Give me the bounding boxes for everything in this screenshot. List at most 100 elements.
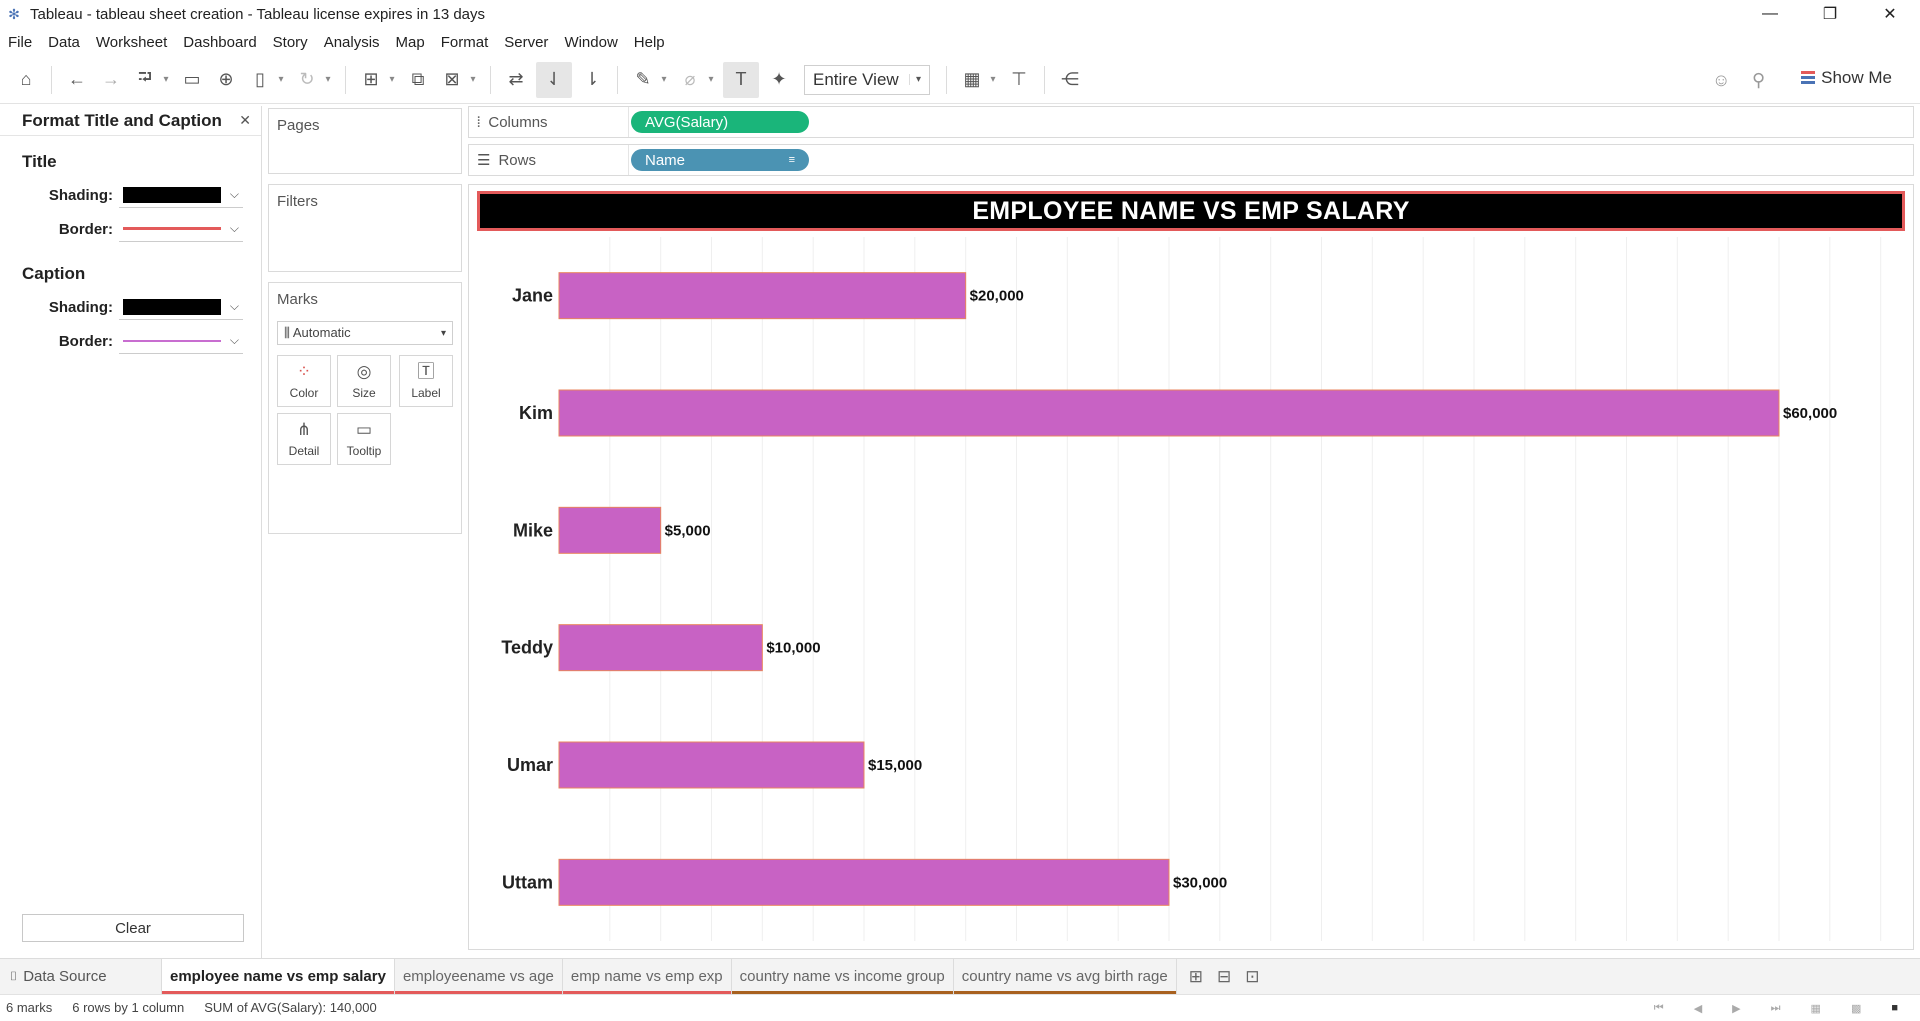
new-data-source-icon[interactable]: ⊕ [212, 62, 240, 98]
rows-shelf[interactable]: ☰ Rows Name ≡ [468, 144, 1914, 176]
rows-shelf-label: ☰ Rows [469, 145, 629, 175]
save-icon[interactable]: ▭ [178, 62, 206, 98]
group-members-icon[interactable]: ⌀ [676, 62, 704, 98]
menu-window[interactable]: Window [564, 34, 617, 51]
share-icon[interactable]: ⋲ [1056, 62, 1084, 98]
clear-sheet-icon[interactable]: ⊠ [438, 62, 466, 98]
show-filmstrip-icon[interactable]: ▦ [1811, 1002, 1821, 1015]
next-sheet-icon[interactable]: ▶ [1732, 1002, 1740, 1015]
menu-analysis[interactable]: Analysis [324, 34, 380, 51]
sheet-tab-2[interactable]: emp name vs emp exp [562, 959, 732, 994]
title-border-swatch [123, 227, 221, 230]
replay-dropdown-icon[interactable]: ▾ [160, 62, 172, 98]
refresh-dropdown-icon[interactable]: ▾ [322, 62, 334, 98]
clear-button[interactable]: Clear [22, 914, 244, 942]
size-button[interactable]: ◎ Size [337, 355, 391, 407]
pause-updates-icon[interactable]: ▯ [246, 62, 274, 98]
status-bar: 6 marks 6 rows by 1 column SUM of AVG(Sa… [0, 994, 1920, 1020]
group-dropdown-icon[interactable]: ▾ [705, 62, 717, 98]
status-dimensions: 6 rows by 1 column [72, 1000, 185, 1015]
menu-dashboard[interactable]: Dashboard [183, 34, 256, 51]
sheet-tab-3[interactable]: country name vs income group [731, 959, 954, 994]
first-sheet-icon[interactable]: ⏮ [1654, 1002, 1664, 1015]
show-me-button[interactable]: Show Me [1801, 68, 1892, 88]
new-worksheet-tab-icon[interactable]: ⊞ [1189, 967, 1203, 987]
new-story-tab-icon[interactable]: ⊡ [1245, 967, 1259, 987]
name-pill[interactable]: Name ≡ [631, 149, 809, 171]
new-worksheet-dropdown-icon[interactable]: ▾ [386, 62, 398, 98]
redo-icon[interactable]: → [97, 62, 125, 98]
title-border-dropdown[interactable]: ⌵ [119, 216, 243, 242]
menu-worksheet[interactable]: Worksheet [96, 34, 167, 51]
highlight-icon[interactable]: ✎ [629, 62, 657, 98]
menu-map[interactable]: Map [396, 34, 425, 51]
show-sheet-sorter-icon[interactable]: ▩ [1851, 1002, 1861, 1015]
pin-axis-icon[interactable]: ✦ [765, 62, 793, 98]
show-mark-labels-icon[interactable]: T [723, 61, 759, 98]
restore-button[interactable]: ❐ [1800, 0, 1860, 28]
data-source-tab[interactable]: ⌷ Data Source [0, 959, 162, 994]
format-pane-header: Format Title and Caption ✕ [0, 106, 261, 136]
mark-type-dropdown[interactable]: ⫼ Automatic ▾ [277, 321, 453, 345]
bar-jane [558, 272, 967, 320]
replay-icon[interactable]: ⮒ [131, 62, 159, 98]
minimize-button[interactable]: — [1740, 0, 1800, 28]
avg-salary-pill[interactable]: AVG(Salary) [631, 111, 809, 133]
menu-help[interactable]: Help [634, 34, 665, 51]
sheet-tab-0[interactable]: employee name vs emp salary [162, 959, 395, 994]
show-cards-dropdown-icon[interactable]: ▾ [987, 62, 999, 98]
tooltip-icon: ▭ [355, 420, 373, 439]
home-icon[interactable]: ⌂ [12, 62, 40, 98]
database-icon: ⌷ [10, 969, 18, 983]
caption-shading-dropdown[interactable]: ⌵ [119, 294, 243, 320]
menu-data[interactable]: Data [48, 34, 80, 51]
close-window-button[interactable]: ✕ [1860, 0, 1920, 28]
ask-data-icon[interactable]: ☺ [1712, 62, 1730, 98]
undo-icon[interactable]: ← [63, 62, 91, 98]
fit-dropdown[interactable]: Entire View ▾ [804, 64, 930, 95]
new-worksheet-icon[interactable]: ⊞ [357, 62, 385, 98]
prev-sheet-icon[interactable]: ◀ [1694, 1002, 1702, 1015]
show-tabs-icon[interactable]: ■ [1891, 1002, 1898, 1014]
filters-card[interactable]: Filters [268, 184, 462, 272]
menu-server[interactable]: Server [504, 34, 548, 51]
swap-rows-columns-icon[interactable]: ⇄ [502, 62, 530, 98]
name-pill-label: Name [645, 151, 686, 169]
format-painter-icon[interactable]: ⚲ [1752, 62, 1765, 98]
caption-border-dropdown[interactable]: ⌵ [119, 328, 243, 354]
sort-ascending-icon[interactable]: ⇃ [536, 61, 572, 98]
sort-descending-icon[interactable]: ⇂ [578, 62, 606, 98]
new-dashboard-tab-icon[interactable]: ⊟ [1217, 967, 1231, 987]
pause-dropdown-icon[interactable]: ▾ [275, 62, 287, 98]
sheet-tab-label: employee name vs emp salary [170, 968, 386, 985]
status-marks: 6 marks [6, 1000, 53, 1015]
sheet-tab-bar: ⌷ Data Source employee name vs emp salar… [0, 958, 1920, 994]
pages-card[interactable]: Pages [268, 108, 462, 174]
worksheet-view: EMPLOYEE NAME VS EMP SALARY Jane $20,000 K… [468, 184, 1914, 950]
tooltip-button[interactable]: ▭ Tooltip [337, 413, 391, 465]
duplicate-sheet-icon[interactable]: ⧉ [404, 62, 432, 98]
title-shading-dropdown[interactable]: ⌵ [119, 182, 243, 208]
status-sum: SUM of AVG(Salary): 140,000 [204, 1000, 377, 1015]
show-cards-icon[interactable]: ▦ [958, 62, 986, 98]
sheet-tab-4[interactable]: country name vs avg birth rage [953, 959, 1177, 994]
close-icon[interactable]: ✕ [239, 112, 251, 129]
menu-file[interactable]: File [8, 34, 32, 51]
highlight-dropdown-icon[interactable]: ▾ [658, 62, 670, 98]
data-label-jane: $20,000 [970, 288, 1024, 305]
last-sheet-icon[interactable]: ⏭ [1771, 1002, 1781, 1015]
detail-button[interactable]: ⋔ Detail [277, 413, 331, 465]
label-button[interactable]: 🅃 Label [399, 355, 453, 407]
sheet-tab-1[interactable]: employeename vs age [394, 959, 563, 994]
presentation-mode-icon[interactable]: ⊤ [1005, 62, 1033, 98]
refresh-icon[interactable]: ↻ [293, 62, 321, 98]
menu-story[interactable]: Story [273, 34, 308, 51]
columns-shelf[interactable]: ⦙ Columns AVG(Salary) [468, 106, 1914, 138]
menu-format[interactable]: Format [441, 34, 489, 51]
color-button-label: Color [289, 386, 319, 400]
caption-border-label: Border: [58, 332, 113, 350]
color-button[interactable]: ⁘ Color [277, 355, 331, 407]
data-label-uttam: $30,000 [1173, 874, 1227, 891]
worksheet-title[interactable]: EMPLOYEE NAME VS EMP SALARY [477, 191, 1905, 231]
clear-sheet-dropdown-icon[interactable]: ▾ [467, 62, 479, 98]
